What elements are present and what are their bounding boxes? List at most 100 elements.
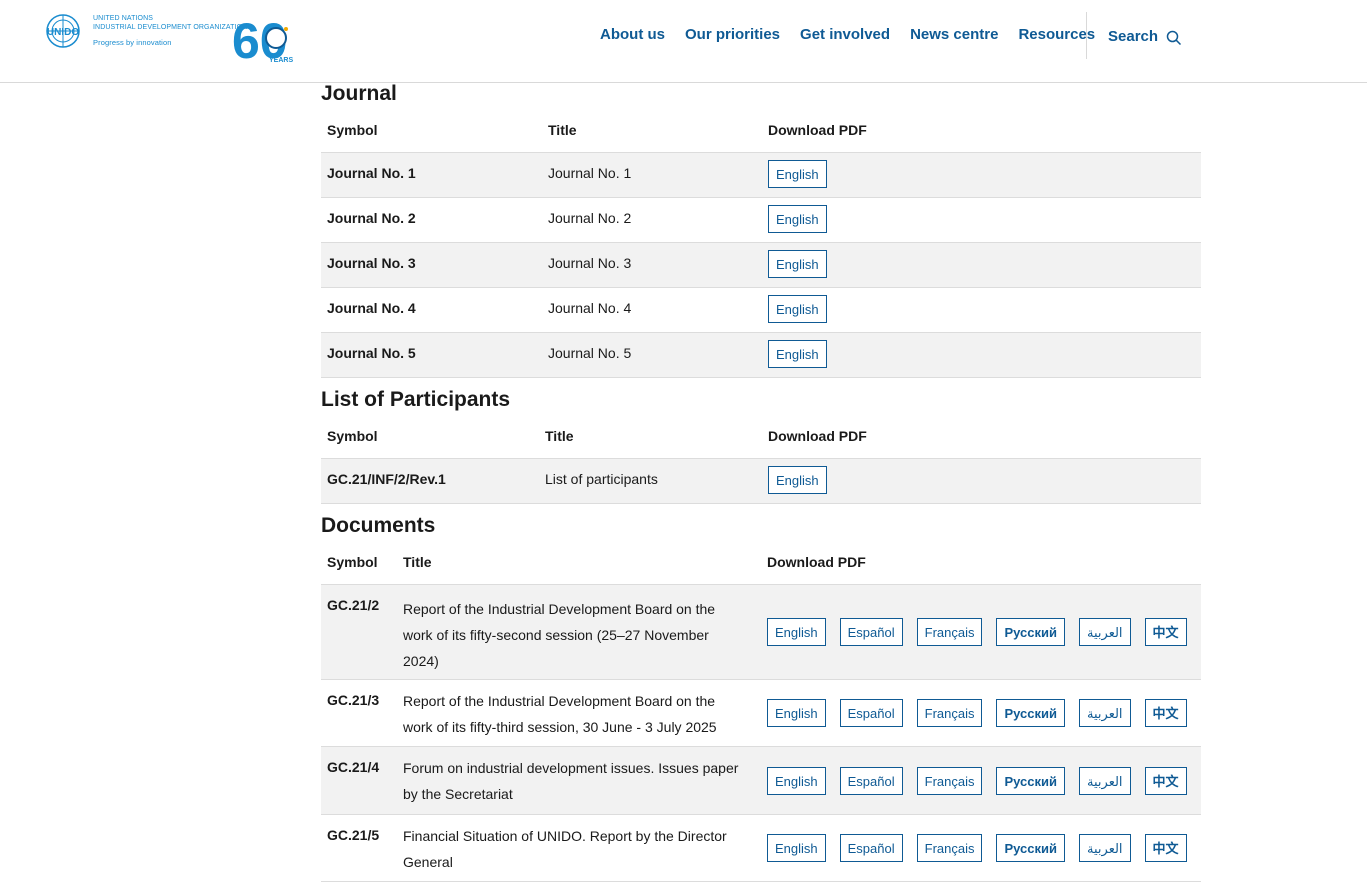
nav-get-involved[interactable]: Get involved [800,26,890,43]
row-symbol: Journal No. 3 [327,255,416,271]
table-row: GC.21/5 Financial Situation of UNIDO. Re… [321,814,1201,882]
download-english-button[interactable]: English [768,295,827,323]
search-label: Search [1108,28,1159,45]
row-symbol: GC.21/2 [327,597,380,613]
unido-logo[interactable]: UNIDO UNITED NATIONS INDUSTRIAL DEVELOPM… [42,12,302,68]
download-arabic-button[interactable]: العربية [1079,834,1131,862]
row-title: Forum on industrial development issues. … [403,760,739,802]
row-symbol: GC.21/4 [327,759,380,775]
download-spanish-button[interactable]: Español [839,699,903,727]
download-arabic-button[interactable]: العربية [1079,766,1131,795]
row-symbol: GC.21/5 [327,827,380,843]
download-english-button[interactable]: English [767,834,826,862]
row-symbol: GC.21/3 [327,692,380,708]
nav-divider [1086,12,1087,59]
download-russian-button[interactable]: Русский [996,618,1066,646]
download-english-button[interactable]: English [768,250,827,278]
row-title: Journal No. 4 [548,300,632,316]
sixty-years-icon: 60 YEARS [232,13,293,64]
download-english-button[interactable]: English [767,766,826,795]
nav-resources[interactable]: Resources [1018,26,1095,43]
participants-section: List of Participants Symbol Title Downlo… [321,388,1201,504]
row-title: Financial Situation of UNIDO. Report by … [403,828,727,870]
download-russian-button[interactable]: Русский [996,699,1066,727]
row-symbol: Journal No. 2 [327,210,416,226]
download-chinese-button[interactable]: 中文 [1144,834,1187,862]
download-arabic-button[interactable]: العربية [1079,618,1131,646]
row-symbol: GC.21/INF/2/Rev.1 [327,471,446,487]
main-content: Journal Symbol Title Download PDF Journa… [321,82,1201,882]
nav-our-priorities[interactable]: Our priorities [685,26,780,43]
nav-about-us[interactable]: About us [600,26,665,43]
row-title: Journal No. 2 [548,210,632,226]
download-english-button[interactable]: English [767,699,826,727]
download-english-button[interactable]: English [768,205,827,233]
row-title: Report of the Industrial Development Boa… [403,693,717,735]
site-header: UNIDO UNITED NATIONS INDUSTRIAL DEVELOPM… [0,0,1367,83]
download-spanish-button[interactable]: Español [839,618,903,646]
emblem-text: UNIDO [47,27,79,38]
row-symbol: Journal No. 1 [327,165,416,181]
table-row: GC.21/3 Report of the Industrial Develop… [321,679,1201,746]
row-title: List of participants [545,471,658,487]
anniversary-label: YEARS [269,57,293,64]
download-arabic-button[interactable]: العربية [1079,699,1131,727]
download-french-button[interactable]: Français [916,618,983,646]
table-row: Journal No. 5 Journal No. 5 English [321,332,1201,378]
download-english-button[interactable]: English [767,618,826,646]
table-row: GC.21/2 Report of the Industrial Develop… [321,584,1201,679]
col-symbol: Symbol [327,122,378,138]
col-symbol: Symbol [327,554,378,570]
download-chinese-button[interactable]: 中文 [1144,699,1187,727]
main-nav: About us Our priorities Get involved New… [600,26,1115,43]
col-title: Title [545,428,574,444]
table-row: Journal No. 1 Journal No. 1 English [321,152,1201,197]
documents-title: Documents [321,514,436,537]
col-download: Download PDF [767,554,866,570]
download-english-button[interactable]: English [768,160,827,188]
row-title: Report of the Industrial Development Boa… [403,601,716,669]
table-row: Journal No. 4 Journal No. 4 English [321,287,1201,332]
nav-news-centre[interactable]: News centre [910,26,998,43]
search-button[interactable]: Search [1108,27,1182,46]
row-title: Journal No. 5 [548,345,632,361]
download-french-button[interactable]: Français [916,766,983,795]
col-title: Title [403,554,432,570]
participants-table-header: Symbol Title Download PDF [321,412,1201,458]
download-french-button[interactable]: Français [916,834,983,862]
download-russian-button[interactable]: Русский [996,834,1066,862]
download-spanish-button[interactable]: Español [839,834,903,862]
download-english-button[interactable]: English [768,466,827,494]
table-row: GC.21/INF/2/Rev.1 List of participants E… [321,458,1201,504]
journal-table-header: Symbol Title Download PDF [321,106,1201,152]
table-row: Journal No. 2 Journal No. 2 English [321,197,1201,242]
org-name-line2: INDUSTRIAL DEVELOPMENT ORGANIZATION [93,24,248,31]
download-french-button[interactable]: Français [916,699,983,727]
download-russian-button[interactable]: Русский [996,766,1066,795]
documents-section: Documents Symbol Title Download PDF GC.2… [321,514,1201,882]
row-title: Journal No. 1 [548,165,632,181]
table-row: GC.21/4 Forum on industrial development … [321,746,1201,814]
col-download: Download PDF [768,428,867,444]
download-chinese-button[interactable]: 中文 [1144,618,1187,646]
org-name-line1: UNITED NATIONS [93,15,153,22]
journal-section: Journal Symbol Title Download PDF Journa… [321,82,1201,378]
search-icon [1166,30,1182,46]
journal-table: Journal No. 1 Journal No. 1 English Jour… [321,152,1201,378]
col-symbol: Symbol [327,428,378,444]
journal-title: Journal [321,82,397,105]
table-row: Journal No. 3 Journal No. 3 English [321,242,1201,287]
un-emblem-icon: UNIDO [46,14,80,48]
col-title: Title [548,122,577,138]
documents-table-header: Symbol Title Download PDF [321,538,1201,584]
col-download: Download PDF [768,122,867,138]
download-spanish-button[interactable]: Español [839,766,903,795]
row-symbol: Journal No. 5 [327,345,416,361]
org-tagline: Progress by innovation [93,38,172,47]
participants-table: GC.21/INF/2/Rev.1 List of participants E… [321,458,1201,504]
row-symbol: Journal No. 4 [327,300,416,316]
download-english-button[interactable]: English [768,340,827,368]
download-chinese-button[interactable]: 中文 [1144,766,1187,795]
row-title: Journal No. 3 [548,255,632,271]
documents-table: GC.21/2 Report of the Industrial Develop… [321,584,1201,882]
